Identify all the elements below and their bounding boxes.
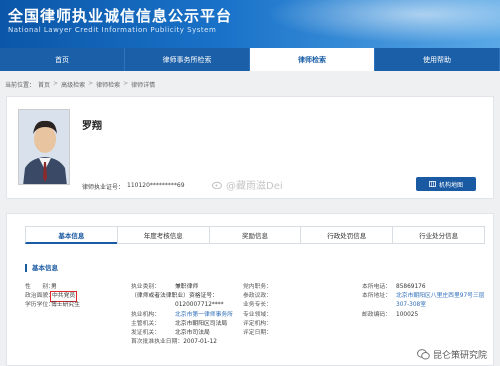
- firm-address-link[interactable]: 北京市朝阳区八里庄西里97号三层307-308室: [396, 292, 486, 310]
- tab-awards[interactable]: 奖励信息: [208, 226, 301, 244]
- nav-firm-search[interactable]: 律师事务所检索: [125, 48, 250, 71]
- weibo-icon: [212, 181, 222, 189]
- info-column-2: 执业类别： 兼职律师 （律师或者法律职业）资格证号： 0120007712***…: [131, 283, 233, 347]
- field-value: 0120007712****: [175, 302, 224, 309]
- detail-tabs: 基本信息 年度考核信息 奖励信息 行政处罚信息 行业处分信息: [25, 226, 485, 244]
- field-label: （律师或者法律职业）资格证号：: [131, 293, 218, 300]
- field-label-spacer: [131, 301, 175, 310]
- portrait-image: [19, 110, 69, 184]
- field-label: 性 别：: [25, 284, 54, 290]
- field-value: 男: [51, 284, 57, 290]
- field-value: 85869176: [396, 284, 426, 290]
- lawyer-photo: [18, 109, 70, 185]
- field-row: 性 别： 男: [25, 283, 80, 292]
- breadcrumb-separator: >: [53, 80, 59, 87]
- field-value: 博士研究生: [51, 302, 80, 309]
- section-title: 基本信息: [25, 264, 58, 272]
- field-row: 专业领域：: [243, 311, 276, 320]
- tab-basic-info[interactable]: 基本信息: [25, 226, 117, 244]
- field-row: 本所电话： 85869176: [362, 283, 486, 292]
- lawyer-name: 罗翔: [82, 121, 102, 132]
- field-value: 北京市朝阳区司法局: [175, 320, 228, 327]
- nav-lawyer-search[interactable]: 律师检索: [250, 48, 375, 71]
- breadcrumb-separator: >: [88, 80, 94, 87]
- field-row: 邮政编码： 100025: [362, 311, 486, 320]
- wechat-icon: [417, 349, 430, 360]
- field-row: 执业类别： 兼职律师: [131, 283, 233, 292]
- site-subtitle: National Lawyer Credit Information Publi…: [8, 26, 217, 34]
- breadcrumb-separator: >: [123, 80, 129, 87]
- field-row: 发证机关： 北京市司法局: [131, 329, 233, 338]
- field-label: 首次批准执业日期：: [131, 339, 184, 346]
- breadcrumb-current: 律师详情: [131, 82, 156, 89]
- license-number: 律师执业证号： 110120*********69: [82, 182, 185, 191]
- field-label: 评定机构：: [243, 320, 272, 327]
- field-row: 0120007712****: [131, 301, 233, 310]
- header-background: [240, 0, 500, 48]
- field-label: 业务专长：: [243, 302, 272, 309]
- field-label: 邮政编码：: [362, 311, 391, 318]
- field-value: 兼职律师: [175, 284, 199, 290]
- info-column-4: 本所电话： 85869176 本所地址： 北京市朝阳区八里庄西里97号三层307…: [362, 283, 486, 320]
- field-label: 主管机关：: [131, 320, 160, 327]
- watermark-text: @藏雨滋Dei: [226, 181, 283, 192]
- wechat-watermark: 昆仑策研究院: [416, 348, 487, 361]
- lawyer-profile-card: 罗翔 律师执业证号： 110120*********69 @藏雨滋Dei 机构地…: [6, 96, 494, 199]
- field-label: 执业机构：: [131, 311, 160, 318]
- field-row: 主管机关： 北京市朝阳区司法局: [131, 320, 233, 329]
- field-label: 执业类别：: [131, 284, 160, 290]
- breadcrumb-advanced-search[interactable]: 高级检索: [61, 80, 85, 89]
- main-nav: 首页 律师事务所检索 律师检索 使用帮助: [0, 48, 500, 71]
- org-map-button[interactable]: 机构地图: [416, 177, 476, 191]
- info-column-1: 性 别： 男 政治面貌： 中共党员 学历学位： 博士研究生: [25, 283, 80, 311]
- field-row: 首次批准执业日期： 2007-01-12: [131, 338, 233, 347]
- field-row: 党内职务：: [243, 283, 276, 292]
- wechat-watermark-text: 昆仑策研究院: [432, 351, 487, 361]
- field-label: 发证机关：: [131, 330, 160, 337]
- field-label: 参政议政：: [243, 293, 272, 300]
- political-status-value: 中共党员: [49, 291, 78, 303]
- field-label: 政治面貌：: [25, 293, 54, 300]
- tab-industry-sanctions[interactable]: 行业处分信息: [392, 226, 485, 244]
- field-value: 100025: [396, 311, 419, 318]
- license-label: 律师执业证号：: [82, 184, 125, 191]
- nav-help[interactable]: 使用帮助: [375, 48, 500, 71]
- field-row: 评定机构：: [243, 320, 276, 329]
- law-firm-link[interactable]: 北京市第一律师事务所: [175, 311, 233, 320]
- field-row: 执业机构： 北京市第一律师事务所: [131, 311, 233, 320]
- tab-annual-assessment[interactable]: 年度考核信息: [116, 226, 209, 244]
- field-value: 北京市司法局: [175, 330, 210, 337]
- nav-home[interactable]: 首页: [0, 48, 125, 71]
- tab-admin-penalties[interactable]: 行政处罚信息: [300, 226, 393, 244]
- field-row: 参政议政：: [243, 292, 276, 301]
- field-label: 专业领域：: [243, 311, 272, 318]
- license-value: 110120*********69: [127, 182, 185, 189]
- field-label: 评定日期：: [243, 330, 272, 337]
- info-column-3: 党内职务： 参政议政： 业务专长： 专业领域： 评定机构： 评定日期：: [243, 283, 276, 338]
- field-row: 评定日期：: [243, 329, 276, 338]
- field-label: 本所电话：: [362, 284, 391, 290]
- breadcrumb-home[interactable]: 首页: [38, 80, 50, 89]
- field-value: 2007-01-12: [183, 339, 217, 346]
- field-label: 本所地址：: [362, 293, 391, 300]
- field-row: 本所地址： 北京市朝阳区八里庄西里97号三层307-308室: [362, 292, 486, 310]
- field-row: 学历学位： 博士研究生: [25, 301, 80, 310]
- field-row: （律师或者法律职业）资格证号：: [131, 292, 233, 301]
- site-title: 全国律师执业诚信信息公示平台: [8, 7, 233, 25]
- field-row: 政治面貌： 中共党员: [25, 291, 80, 303]
- site-header: 全国律师执业诚信信息公示平台 National Lawyer Credit In…: [0, 0, 500, 48]
- map-icon: [429, 181, 436, 187]
- breadcrumb-lawyer-search[interactable]: 律师检索: [96, 80, 120, 89]
- lawyer-detail-card: 基本信息 年度考核信息 奖励信息 行政处罚信息 行业处分信息 基本信息 性 别：…: [6, 213, 494, 366]
- field-row: 业务专长：: [243, 301, 276, 310]
- field-label: 学历学位：: [25, 302, 54, 309]
- breadcrumb-prefix: 当前位置：: [5, 82, 36, 89]
- org-map-label: 机构地图: [438, 181, 463, 189]
- breadcrumb: 当前位置： 首页 > 高级检索 > 律师检索 > 律师详情: [5, 80, 155, 89]
- field-label: 党内职务：: [243, 284, 272, 290]
- weibo-watermark: @藏雨滋Dei: [212, 177, 283, 192]
